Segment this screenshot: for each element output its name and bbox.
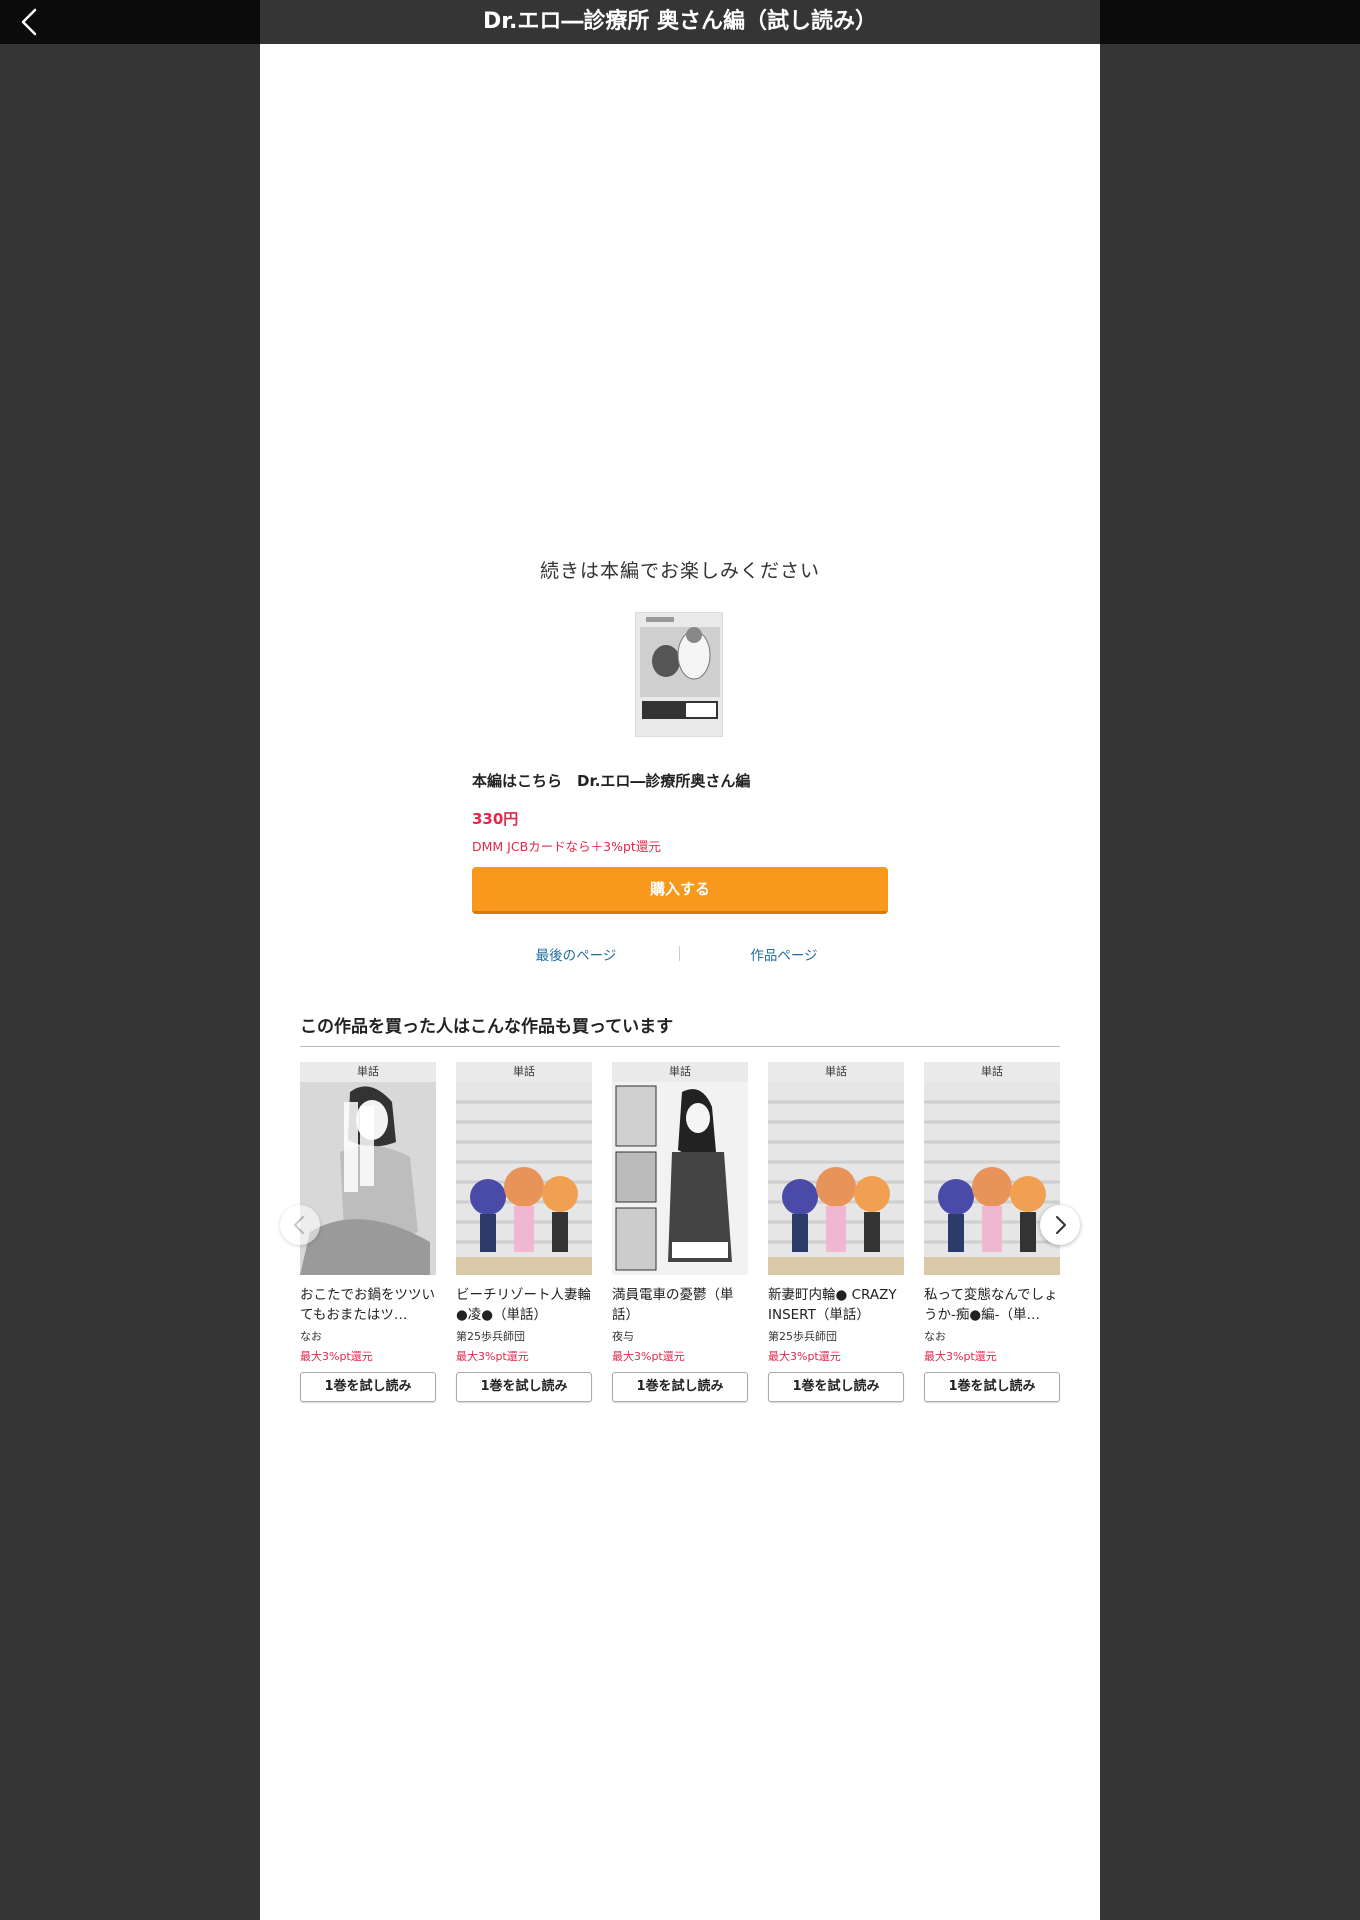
card-title[interactable]: 新妻町内輪● CRAZY INSERT（単話） bbox=[768, 1285, 904, 1325]
card-tag: 単話 bbox=[300, 1062, 436, 1082]
card-author[interactable]: 第25歩兵師団 bbox=[768, 1328, 904, 1344]
try-read-button[interactable]: 1巻を試し読み bbox=[456, 1372, 592, 1402]
card-thumbnail[interactable]: 単話 bbox=[300, 1062, 436, 1275]
card-points: 最大3%pt還元 bbox=[924, 1350, 997, 1363]
card-author[interactable]: 夜与 bbox=[612, 1328, 748, 1344]
card-tag: 単話 bbox=[768, 1062, 904, 1082]
card-title[interactable]: おこたでお鍋をツツいてもおまたはツ… bbox=[300, 1285, 436, 1325]
card-author[interactable]: なお bbox=[300, 1328, 436, 1344]
card-thumbnail[interactable]: 単話 bbox=[612, 1062, 748, 1275]
book-cover[interactable] bbox=[635, 612, 723, 737]
back-button[interactable] bbox=[14, 6, 46, 38]
card-thumbnail[interactable]: 単話 bbox=[768, 1062, 904, 1275]
honpen-link-label[interactable]: 本編はこちら Dr.エロ―診療所奥さん編 bbox=[472, 770, 888, 791]
price: 330円 bbox=[472, 810, 519, 828]
card-title[interactable]: ビーチリゾート人妻輪●凌●（単話） bbox=[456, 1285, 592, 1325]
last-page-link[interactable]: 最後のページ bbox=[472, 944, 680, 964]
card-tag: 単話 bbox=[612, 1062, 748, 1082]
work-page-link[interactable]: 作品ページ bbox=[680, 944, 888, 964]
recommendation-card[interactable]: 単話 満員電車の憂鬱（単話） 夜与 最大3%pt還元 1巻を試し読み bbox=[612, 1062, 748, 1402]
chevron-right-icon bbox=[1056, 1216, 1066, 1234]
try-read-button[interactable]: 1巻を試し読み bbox=[924, 1372, 1060, 1402]
card-art bbox=[768, 1082, 904, 1275]
card-points: 最大3%pt還元 bbox=[768, 1350, 841, 1363]
card-art bbox=[924, 1082, 1060, 1275]
buy-button[interactable]: 購入する bbox=[472, 867, 888, 914]
chevron-left-icon bbox=[294, 1216, 304, 1234]
card-art bbox=[456, 1082, 592, 1275]
recommendations-carousel: 単話 おこたでお鍋をツツいてもおまたはツ… なお 最大3%pt還元 1巻を試し読… bbox=[280, 1062, 1080, 1462]
card-points: 最大3%pt還元 bbox=[456, 1350, 529, 1363]
recommendation-card[interactable]: 単話 新妻町内輪● CRAZY INSERT（単話） 第25歩兵師団 最大3%p… bbox=[768, 1062, 904, 1402]
card-author[interactable]: 第25歩兵師団 bbox=[456, 1328, 592, 1344]
continue-message: 続きは本編でお楽しみください bbox=[539, 560, 820, 582]
campaign-note: DMM JCBカードなら＋3%pt還元 bbox=[472, 839, 661, 854]
carousel-next-button[interactable] bbox=[1040, 1205, 1080, 1245]
card-title[interactable]: 私って変態なんでしょうか-痴●編-（単… bbox=[924, 1285, 1060, 1325]
try-read-button[interactable]: 1巻を試し読み bbox=[300, 1372, 436, 1402]
try-read-button[interactable]: 1巻を試し読み bbox=[768, 1372, 904, 1402]
card-tag: 単話 bbox=[924, 1062, 1060, 1082]
card-points: 最大3%pt還元 bbox=[300, 1350, 373, 1363]
recommendation-card[interactable]: 単話 おこたでお鍋をツツいてもおまたはツ… なお 最大3%pt還元 1巻を試し読… bbox=[300, 1062, 436, 1402]
card-art bbox=[612, 1082, 748, 1275]
cover-art bbox=[636, 613, 722, 736]
try-read-button[interactable]: 1巻を試し読み bbox=[612, 1372, 748, 1402]
card-thumbnail[interactable]: 単話 bbox=[456, 1062, 592, 1275]
card-tag: 単話 bbox=[456, 1062, 592, 1082]
end-links: 最後のページ 作品ページ bbox=[472, 944, 888, 964]
carousel-prev-button[interactable] bbox=[280, 1205, 320, 1245]
recommendations-heading: この作品を買った人はこんな作品も買っています bbox=[300, 1012, 1060, 1047]
recommendation-card[interactable]: 単話 ビーチリゾート人妻輪●凌●（単話） 第25歩兵師団 最大3%pt還元 1巻… bbox=[456, 1062, 592, 1402]
reader-end-panel: 続きは本編でお楽しみください 本編はこちら Dr.エロ―診療所奥さん編 330円… bbox=[260, 44, 1100, 1920]
chevron-left-icon bbox=[21, 8, 37, 36]
card-points: 最大3%pt還元 bbox=[612, 1350, 685, 1363]
card-title[interactable]: 満員電車の憂鬱（単話） bbox=[612, 1285, 748, 1325]
page-title: Dr.エロ―診療所 奥さん編（試し読み） bbox=[483, 9, 877, 34]
card-art bbox=[300, 1082, 436, 1275]
card-author[interactable]: なお bbox=[924, 1328, 1060, 1344]
